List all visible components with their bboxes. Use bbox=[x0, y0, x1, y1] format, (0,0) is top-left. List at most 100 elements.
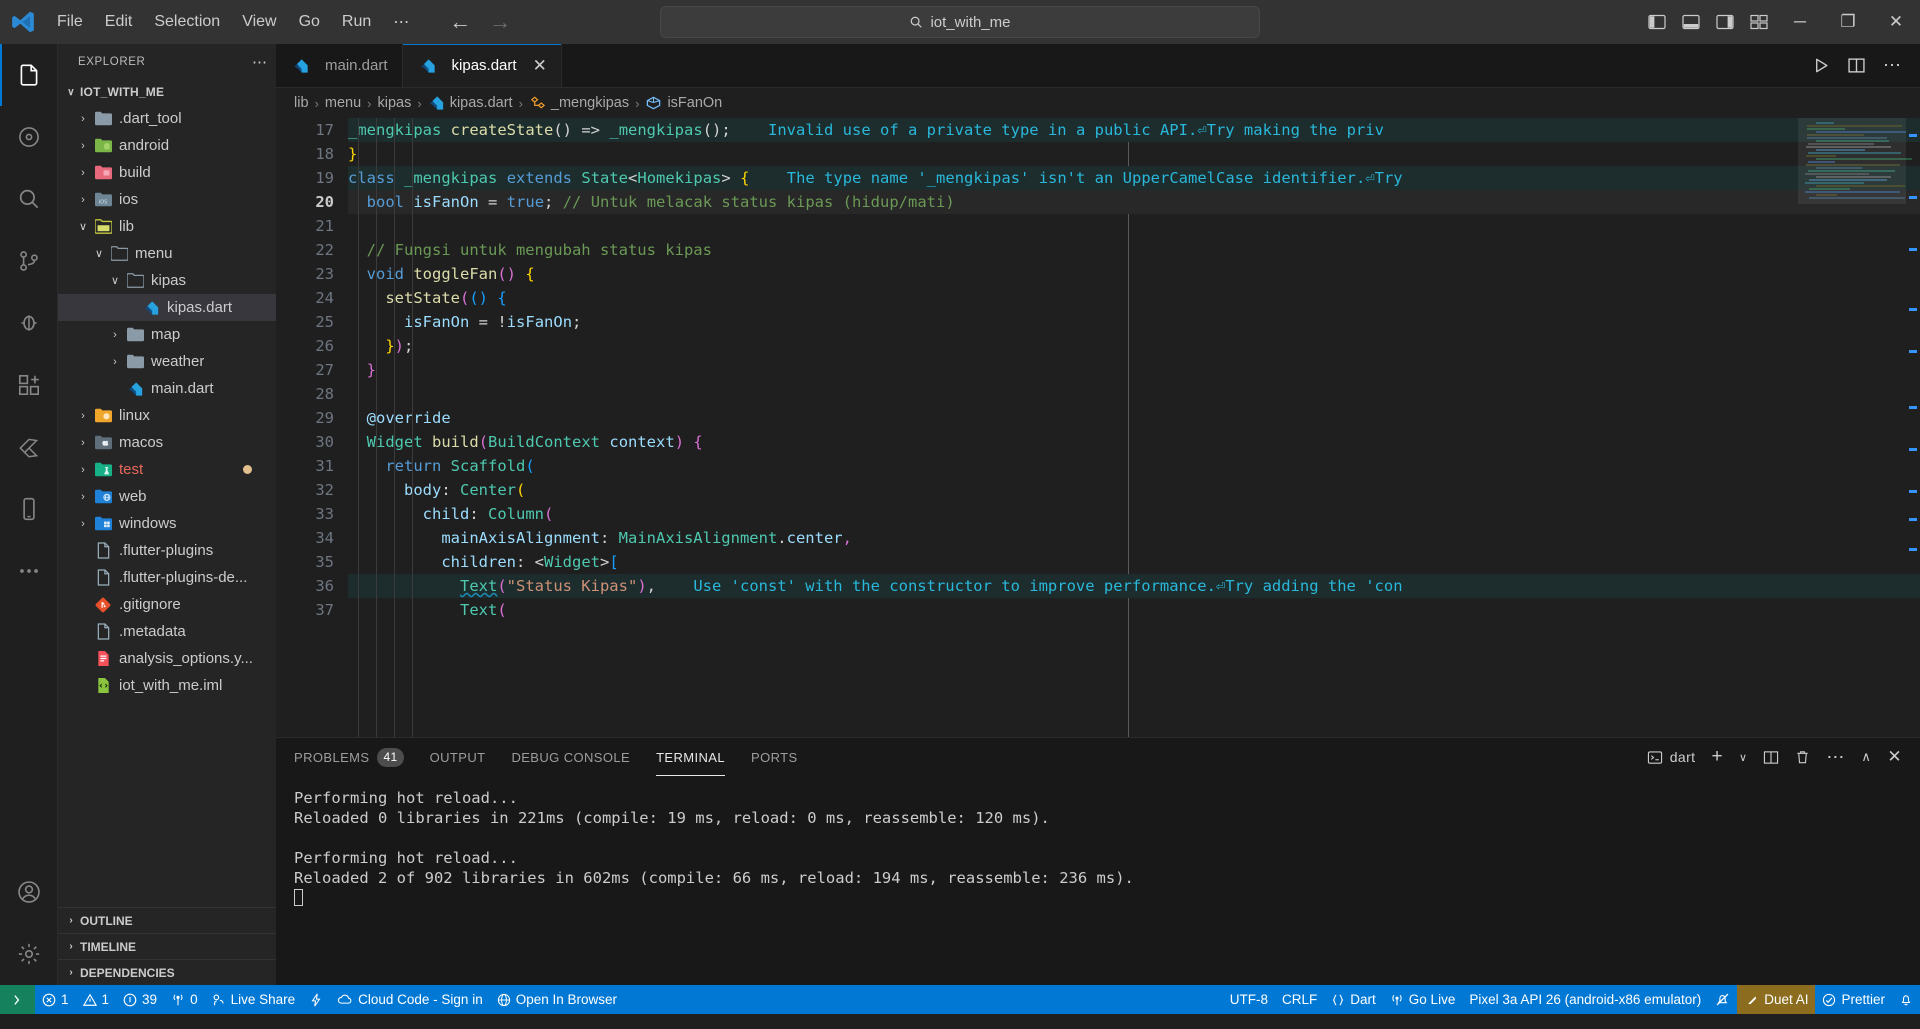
toggle-panel-icon[interactable] bbox=[1674, 0, 1708, 44]
kill-terminal-icon[interactable] bbox=[1795, 749, 1810, 765]
menu-run[interactable]: Run bbox=[331, 9, 382, 35]
panel-tab-problems[interactable]: PROBLEMS 41 bbox=[294, 738, 404, 776]
code-line[interactable]: Widget build(BuildContext context) { bbox=[348, 430, 1920, 454]
close-icon[interactable]: ✕ bbox=[533, 56, 547, 76]
status-remote-window[interactable] bbox=[0, 985, 35, 1014]
code-line[interactable]: setState(() { bbox=[348, 286, 1920, 310]
code-line[interactable]: class _mengkipas extends State<Homekipas… bbox=[348, 166, 1920, 190]
activity-accounts[interactable] bbox=[0, 861, 58, 923]
breadcrumb-item[interactable]: isFanOn bbox=[645, 95, 722, 111]
navigation-buttons[interactable]: ← → bbox=[446, 8, 514, 36]
code-line[interactable] bbox=[348, 382, 1920, 406]
menu-file[interactable]: File bbox=[46, 9, 94, 35]
sidebar-section-outline[interactable]: › OUTLINE bbox=[58, 907, 276, 933]
code-line[interactable]: // Fungsi untuk mengubah status kipas bbox=[348, 238, 1920, 262]
activity-source-control[interactable] bbox=[0, 230, 58, 292]
chevron-right-icon[interactable]: › bbox=[74, 437, 92, 449]
chevron-down-icon[interactable]: ∨ bbox=[106, 274, 124, 287]
activity-more-views[interactable] bbox=[0, 540, 58, 602]
forward-arrow-icon[interactable]: → bbox=[486, 8, 514, 36]
breadcrumb[interactable]: lib › menu › kipas › kipas.dart › _mengkipas › isF… bbox=[276, 88, 1920, 118]
split-editor-icon[interactable] bbox=[1848, 57, 1865, 74]
window-close-button[interactable]: ✕ bbox=[1872, 0, 1920, 44]
tree-item[interactable]: .flutter-plugins bbox=[58, 537, 276, 564]
menu-edit[interactable]: Edit bbox=[94, 9, 144, 35]
sidebar-section-timeline[interactable]: › TIMELINE bbox=[58, 933, 276, 959]
tree-item[interactable]: ∨ lib bbox=[58, 213, 276, 240]
tree-item[interactable]: › macos bbox=[58, 429, 276, 456]
status-errors-count[interactable]: 1 bbox=[35, 985, 76, 1014]
tree-item[interactable]: iot_with_me.iml bbox=[58, 672, 276, 699]
minimap-viewport[interactable] bbox=[1798, 118, 1906, 204]
code-line[interactable]: } bbox=[348, 358, 1920, 382]
code-line[interactable]: }); bbox=[348, 334, 1920, 358]
status-notifications-muted[interactable] bbox=[1708, 985, 1737, 1014]
tree-item[interactable]: ∨ menu bbox=[58, 240, 276, 267]
code-line[interactable]: body: Center( bbox=[348, 478, 1920, 502]
activity-device-preview[interactable] bbox=[0, 478, 58, 540]
tree-item[interactable]: .metadata bbox=[58, 618, 276, 645]
window-maximize-button[interactable]: ❐ bbox=[1824, 0, 1872, 44]
status-language-mode[interactable]: Dart bbox=[1324, 985, 1383, 1014]
tree-item[interactable]: analysis_options.y... bbox=[58, 645, 276, 672]
breadcrumb-item[interactable]: kipas bbox=[377, 95, 411, 111]
tree-item[interactable]: › linux bbox=[58, 402, 276, 429]
code-line[interactable]: Text( bbox=[348, 598, 1920, 622]
status-ports-count[interactable]: 0 bbox=[164, 985, 205, 1014]
code-line[interactable]: children: <Widget>[ bbox=[348, 550, 1920, 574]
breadcrumb-item[interactable]: kipas.dart bbox=[428, 95, 513, 111]
panel-tab-output[interactable]: OUTPUT bbox=[430, 738, 486, 776]
activity-run-and-debug[interactable] bbox=[0, 292, 58, 354]
activity-search[interactable] bbox=[0, 168, 58, 230]
terminal-output[interactable]: Performing hot reload... Reloaded 0 libra… bbox=[276, 776, 1920, 985]
menu-more[interactable]: ⋯ bbox=[382, 8, 420, 36]
activity-explorer[interactable] bbox=[0, 44, 58, 106]
chevron-right-icon[interactable]: › bbox=[74, 113, 92, 125]
status-device-selector[interactable]: Pixel 3a API 26 (android-x86 emulator) bbox=[1462, 985, 1708, 1014]
status-infos-count[interactable]: 39 bbox=[116, 985, 164, 1014]
status-go-live[interactable]: Go Live bbox=[1383, 985, 1463, 1014]
code-line[interactable] bbox=[348, 214, 1920, 238]
tree-item[interactable]: › map bbox=[58, 321, 276, 348]
tree-item[interactable]: › windows bbox=[58, 510, 276, 537]
activity-flutter[interactable] bbox=[0, 416, 58, 478]
sidebar-more-actions-icon[interactable]: ⋯ bbox=[252, 53, 268, 71]
status-encoding[interactable]: UTF-8 bbox=[1223, 985, 1275, 1014]
menu-selection[interactable]: Selection bbox=[143, 9, 231, 35]
window-minimize-button[interactable]: ─ bbox=[1776, 0, 1824, 44]
chevron-down-icon[interactable]: ∨ bbox=[90, 247, 108, 260]
code-line[interactable]: child: Column( bbox=[348, 502, 1920, 526]
code-line[interactable]: isFanOn = !isFanOn; bbox=[348, 310, 1920, 334]
panel-tab-terminal[interactable]: TERMINAL bbox=[656, 738, 725, 776]
terminal-profile-chip[interactable]: dart bbox=[1647, 749, 1696, 765]
panel-tab-ports[interactable]: PORTS bbox=[751, 738, 798, 776]
toggle-secondary-sidebar-icon[interactable] bbox=[1708, 0, 1742, 44]
breadcrumb-item[interactable]: _mengkipas bbox=[529, 95, 629, 111]
maximize-panel-icon[interactable]: ∧ bbox=[1861, 749, 1871, 765]
toggle-primary-sidebar-icon[interactable] bbox=[1640, 0, 1674, 44]
editor-scrollbar[interactable] bbox=[1906, 118, 1920, 737]
more-actions-icon[interactable]: ⋯ bbox=[1826, 747, 1845, 768]
status-notifications[interactable] bbox=[1892, 985, 1920, 1014]
customize-layout-icon[interactable] bbox=[1742, 0, 1776, 44]
code-line[interactable]: return Scaffold( bbox=[348, 454, 1920, 478]
chevron-right-icon[interactable]: › bbox=[106, 329, 124, 341]
tree-item[interactable]: kipas.dart bbox=[58, 294, 276, 321]
chevron-right-icon[interactable]: › bbox=[74, 410, 92, 422]
chevron-down-icon[interactable]: ∨ bbox=[1739, 751, 1747, 764]
chevron-right-icon[interactable]: › bbox=[74, 140, 92, 152]
menu-go[interactable]: Go bbox=[288, 9, 331, 35]
chevron-right-icon[interactable]: › bbox=[74, 491, 92, 503]
status-open-in-browser[interactable]: Open In Browser bbox=[490, 985, 624, 1014]
chevron-right-icon[interactable]: › bbox=[106, 356, 124, 368]
tree-item[interactable]: ∨ kipas bbox=[58, 267, 276, 294]
chevron-right-icon[interactable]: › bbox=[74, 464, 92, 476]
chevron-right-icon[interactable]: › bbox=[74, 194, 92, 206]
run-icon[interactable] bbox=[1813, 57, 1830, 74]
tree-item[interactable]: main.dart bbox=[58, 375, 276, 402]
panel-tabs[interactable]: PROBLEMS 41 OUTPUT DEBUG CONSOLE TERMINAL POR… bbox=[276, 738, 1920, 776]
code-line[interactable]: @override bbox=[348, 406, 1920, 430]
tab-main-dart[interactable]: main.dart bbox=[276, 44, 403, 87]
code-lines[interactable]: _mengkipas createState() => _mengkipas()… bbox=[348, 118, 1920, 737]
code-line[interactable]: bool isFanOn = true; // Untuk melacak st… bbox=[348, 190, 1920, 214]
